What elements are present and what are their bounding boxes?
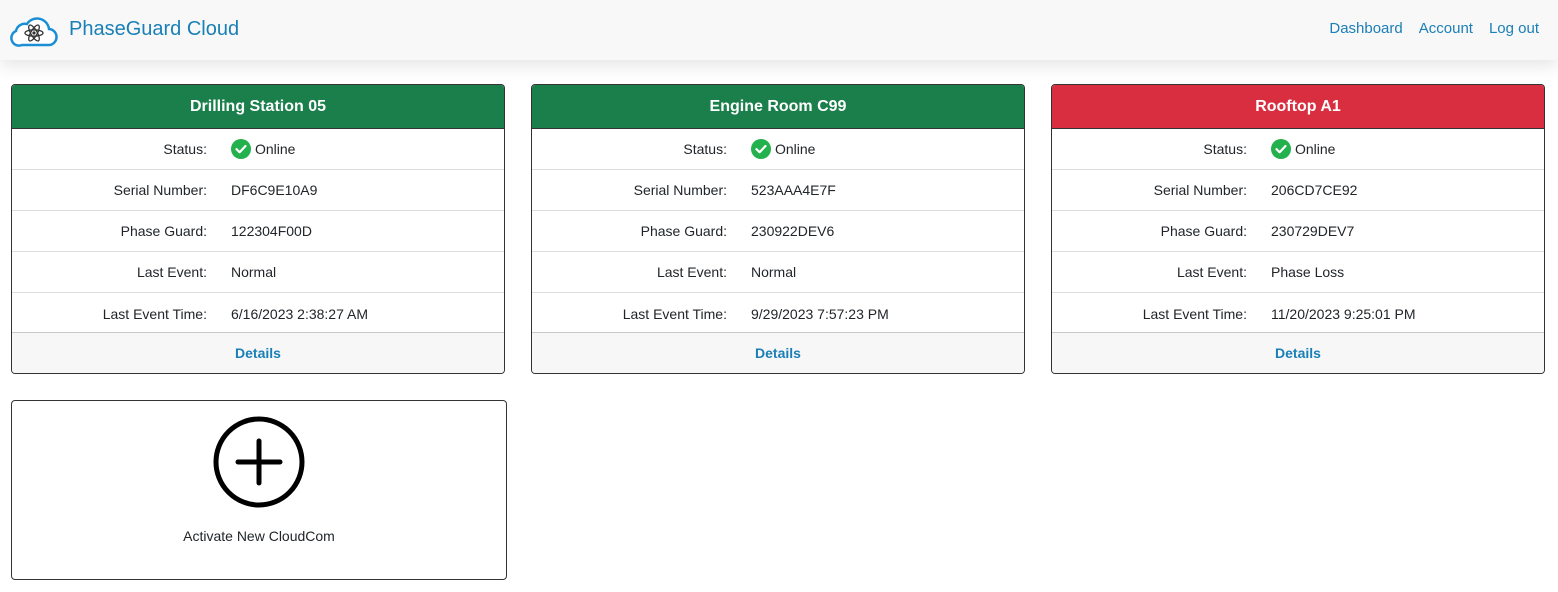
status-label: Status: (163, 141, 207, 157)
last-event-time-row: Last Event Time: 11/20/2023 9:25:01 PM (1052, 293, 1544, 334)
last-event-time-row: Last Event Time: 6/16/2023 2:38:27 AM (12, 293, 504, 334)
last-event-value: Normal (751, 264, 797, 280)
serial-value: 206CD7CE92 (1271, 182, 1358, 198)
brand-name[interactable]: PhaseGuard Cloud (69, 18, 239, 41)
phase-guard-label: Phase Guard: (1160, 223, 1247, 239)
serial-label: Serial Number: (113, 182, 207, 198)
last-event-label: Last Event: (1176, 264, 1247, 280)
activate-label[interactable]: Activate New CloudCom (12, 528, 506, 544)
last-event-time-label: Last Event Time: (1142, 305, 1247, 322)
serial-label: Serial Number: (633, 182, 727, 198)
brand[interactable]: PhaseGuard Cloud (10, 14, 239, 48)
status-label: Status: (683, 141, 727, 157)
status-value: Online (1295, 141, 1336, 157)
device-card-header: Drilling Station 05 (12, 85, 504, 129)
phase-guard-row: Phase Guard: 230922DEV6 (532, 211, 1024, 252)
device-card: Rooftop A1 Status: Online Serial Number:… (1051, 84, 1545, 374)
status-value-wrap: Online (231, 139, 295, 159)
status-value-wrap: Online (1271, 139, 1335, 159)
status-value: Online (775, 141, 816, 157)
status-value: Online (255, 141, 296, 157)
device-card-footer: Details (12, 332, 504, 373)
check-circle-icon (751, 139, 771, 159)
last-event-time-value: 11/20/2023 9:25:01 PM (1271, 305, 1416, 322)
phase-guard-row: Phase Guard: 122304F00D (12, 211, 504, 252)
cloud-atom-icon (10, 17, 58, 47)
status-value-wrap: Online (751, 139, 815, 159)
serial-label: Serial Number: (1153, 182, 1247, 198)
last-event-label: Last Event: (656, 264, 727, 280)
last-event-value: Normal (231, 264, 277, 280)
phase-guard-value: 122304F00D (231, 223, 312, 239)
details-link[interactable]: Details (755, 345, 801, 361)
device-name: Drilling Station 05 (189, 97, 326, 115)
status-row: Status: Online (12, 129, 504, 170)
top-navbar: PhaseGuard Cloud Dashboard Account Log o… (0, 0, 1558, 60)
nav-links: Dashboard Account Log out (1329, 20, 1539, 37)
phase-guard-label: Phase Guard: (120, 223, 207, 239)
last-event-time-label: Last Event Time: (622, 305, 727, 322)
last-event-label: Last Event: (136, 264, 207, 280)
last-event-row: Last Event: Normal (12, 252, 504, 293)
plus-circle-icon[interactable] (213, 416, 305, 508)
last-event-row: Last Event: Normal (532, 252, 1024, 293)
nav-account-link[interactable]: Account (1419, 20, 1473, 37)
last-event-time-row: Last Event Time: 9/29/2023 7:57:23 PM (532, 293, 1024, 334)
serial-row: Serial Number: 206CD7CE92 (1052, 170, 1544, 211)
device-name: Rooftop A1 (1255, 97, 1341, 115)
nav-logout-link[interactable]: Log out (1489, 20, 1539, 37)
device-card-footer: Details (532, 332, 1024, 373)
last-event-time-value: 6/16/2023 2:38:27 AM (231, 305, 368, 322)
serial-row: Serial Number: DF6C9E10A9 (12, 170, 504, 211)
status-row: Status: Online (532, 129, 1024, 170)
device-card-footer: Details (1052, 332, 1544, 373)
check-circle-icon (231, 139, 251, 159)
serial-value: DF6C9E10A9 (231, 182, 318, 198)
device-name: Engine Room C99 (709, 97, 847, 115)
phase-guard-value: 230729DEV7 (1271, 223, 1355, 239)
last-event-row: Last Event: Phase Loss (1052, 252, 1544, 293)
device-card-header: Rooftop A1 (1052, 85, 1544, 129)
device-card-header: Engine Room C99 (532, 85, 1024, 129)
last-event-value: Phase Loss (1271, 264, 1345, 280)
phase-guard-label: Phase Guard: (640, 223, 727, 239)
status-label: Status: (1203, 141, 1247, 157)
status-row: Status: Online (1052, 129, 1544, 170)
check-circle-icon (1271, 139, 1291, 159)
serial-row: Serial Number: 523AAA4E7F (532, 170, 1024, 211)
last-event-time-value: 9/29/2023 7:57:23 PM (751, 305, 889, 322)
phase-guard-value: 230922DEV6 (751, 223, 835, 239)
details-link[interactable]: Details (1275, 345, 1321, 361)
device-card: Drilling Station 05 Status: Online Seria… (11, 84, 505, 374)
activate-new-card[interactable]: Activate New CloudCom (11, 400, 507, 580)
device-card: Engine Room C99 Status: Online Serial Nu… (531, 84, 1025, 374)
nav-dashboard-link[interactable]: Dashboard (1329, 20, 1402, 37)
phase-guard-row: Phase Guard: 230729DEV7 (1052, 211, 1544, 252)
last-event-time-label: Last Event Time: (102, 305, 207, 322)
serial-value: 523AAA4E7F (751, 182, 836, 198)
details-link[interactable]: Details (235, 345, 281, 361)
